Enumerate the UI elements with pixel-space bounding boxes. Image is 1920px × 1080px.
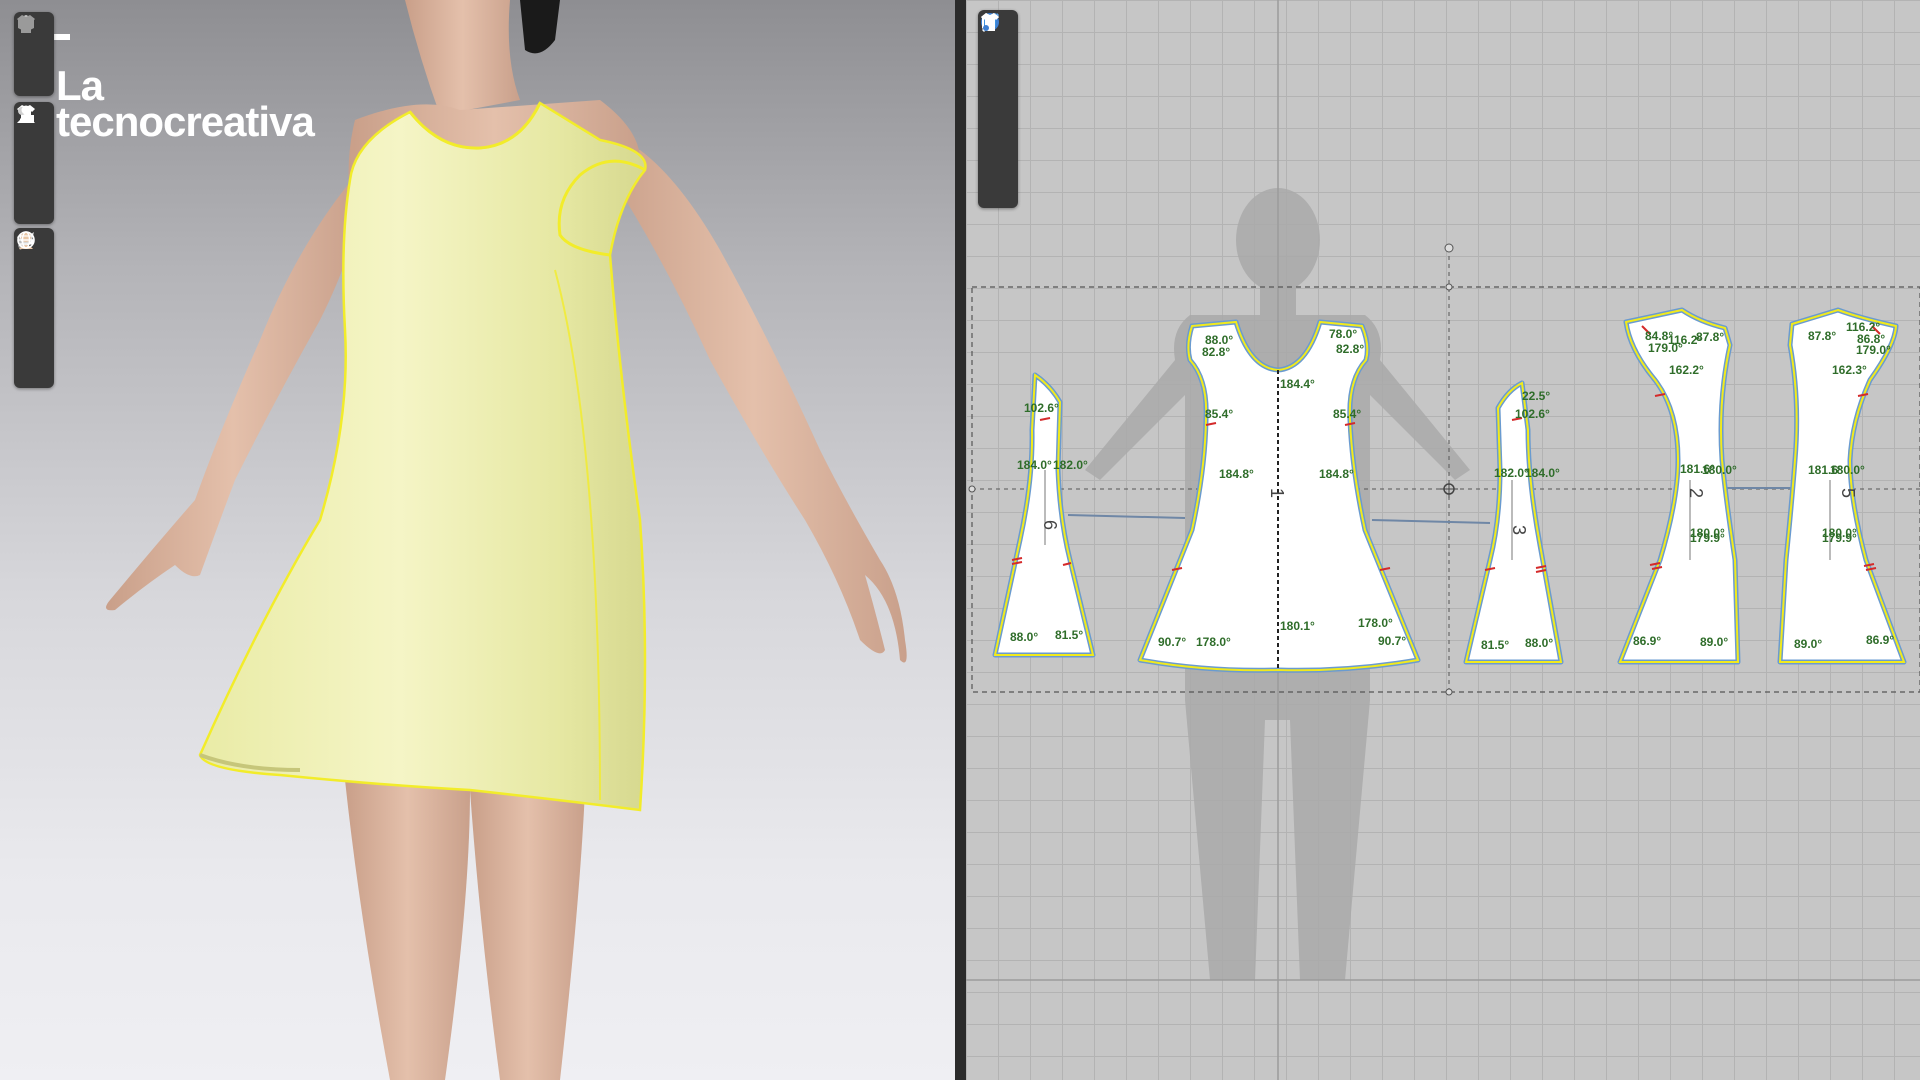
piece-1-angle-4: 184.4° — [1280, 377, 1315, 391]
piece-6-angle-3: 88.0° — [1010, 630, 1038, 644]
piece-5-angle-9: 89.0° — [1794, 637, 1822, 651]
garment-display-icon[interactable] — [14, 15, 54, 92]
piece-3-number: 3 — [1509, 525, 1529, 535]
pattern-piece-5[interactable]: 5 87.8° 116.2° 86.8° 179.0° 162.3° 181.6… — [1777, 307, 1907, 665]
seam-link-6-1 — [1067, 514, 1186, 519]
piece-2-angle-3: 179.0° — [1648, 341, 1683, 355]
piece-1-angle-12: 178.0° — [1358, 616, 1393, 630]
logo-line-2: tecnocreativa — [56, 98, 315, 145]
rotate-handle[interactable] — [1444, 243, 1454, 253]
piece-2-angle-4: 162.2° — [1669, 363, 1704, 377]
piece-5-number: 5 — [1838, 488, 1858, 498]
garment-icon[interactable] — [978, 13, 1018, 204]
piece-2-angle-10: 89.0° — [1700, 635, 1728, 649]
piece-5-angle-10: 86.9° — [1866, 633, 1894, 647]
avatar-right-leg — [470, 790, 585, 1080]
piece-5-angle-3: 179.0° — [1856, 343, 1891, 357]
handle-left[interactable] — [968, 485, 976, 493]
piece-1-angle-3: 82.8° — [1336, 342, 1364, 356]
avatar-left-leg — [345, 780, 470, 1080]
globe-icon[interactable] — [14, 231, 54, 384]
piece-1-angle-11: 178.0° — [1196, 635, 1231, 649]
garment-icon[interactable] — [978, 13, 1018, 90]
fabric-icon[interactable] — [14, 232, 54, 308]
piece-2-angle-2: 87.8° — [1696, 330, 1724, 344]
piece-6-angle-4: 81.5° — [1055, 628, 1083, 642]
dress-3d[interactable] — [198, 101, 647, 812]
arrangement-icon[interactable] — [14, 107, 54, 182]
toolbar-3d-garment — [14, 102, 54, 224]
piece-3-angle-4: 81.5° — [1481, 638, 1509, 652]
piece-1-angle-5: 85.4° — [1205, 407, 1233, 421]
handle-top[interactable] — [1445, 283, 1453, 291]
toolbar-3d-render — [14, 228, 54, 388]
piece-1-angle-9: 180.1° — [1280, 619, 1315, 633]
piece-2-angle-8: 179.9° — [1690, 531, 1725, 545]
piece-3-angle-2: 182.0° — [1494, 466, 1529, 480]
2d-pattern-window[interactable]: 6 102.6° 184.0° 182.0° 88.0° 81.5° 1 88.… — [966, 0, 1920, 1080]
piece-1-angle-1: 82.8° — [1202, 345, 1230, 359]
piece-2-number: 2 — [1686, 488, 1706, 498]
piece-6-angle-1: 184.0° — [1017, 458, 1052, 472]
skin-icon[interactable] — [14, 232, 54, 346]
piece-3-angle-0: 22.5° — [1522, 389, 1550, 403]
piece-1-number: 1 — [1267, 488, 1287, 498]
piece-3-angle-1: 102.6° — [1515, 407, 1550, 421]
piece-3-angle-5: 88.0° — [1525, 636, 1553, 650]
toolbar-2d — [978, 10, 1018, 208]
piece-6-number: 6 — [1040, 520, 1060, 530]
piece-3-angle-3: 184.0° — [1525, 466, 1560, 480]
toolbar-3d-simulation — [14, 12, 54, 96]
handle-bottom[interactable] — [1445, 688, 1453, 696]
window-splitter[interactable] — [955, 0, 966, 1080]
3d-viewport[interactable]: La tecnocreativa — [0, 0, 955, 1080]
fabric-piece-icon[interactable] — [978, 13, 1018, 166]
piece-2-angle-9: 86.9° — [1633, 634, 1661, 648]
avatar-scene — [106, 0, 907, 1080]
info-icon[interactable] — [978, 13, 1018, 128]
piece-1-angle-2: 78.0° — [1329, 327, 1357, 341]
piece-5-angle-8: 179.9° — [1822, 531, 1857, 545]
avatar-neck — [405, 0, 520, 115]
piece-1-angle-10: 90.7° — [1158, 635, 1186, 649]
seam-link-1-3 — [1371, 519, 1491, 524]
piece-1-angle-13: 90.7° — [1378, 634, 1406, 648]
piece-6-angle-2: 182.0° — [1053, 458, 1088, 472]
piece-2-angle-6: 180.0° — [1702, 463, 1737, 477]
app-window: La tecnocreativa 6 102.6° 184.0° 182.0° … — [0, 0, 1920, 1080]
pattern-piece-2[interactable]: 2 84.8° 116.2° 87.8° 179.0° 162.2° 181.6… — [1617, 307, 1741, 665]
avatar-icon[interactable] — [14, 105, 54, 220]
piece-1-angle-8: 184.8° — [1319, 467, 1354, 481]
move-gizmo[interactable] — [1440, 480, 1458, 498]
piece-5-angle-4: 162.3° — [1832, 363, 1867, 377]
piece-6-angle-0: 102.6° — [1024, 401, 1059, 415]
piece-1-angle-6: 85.4° — [1333, 407, 1361, 421]
pattern-canvas: 6 102.6° 184.0° 182.0° 88.0° 81.5° 1 88.… — [966, 0, 1920, 1080]
hair — [520, 0, 560, 54]
avatar-right-arm — [600, 150, 907, 663]
piece-5-angle-0: 87.8° — [1808, 329, 1836, 343]
piece-5-angle-6: 180.0° — [1830, 463, 1865, 477]
piece-1-angle-7: 184.8° — [1219, 467, 1254, 481]
